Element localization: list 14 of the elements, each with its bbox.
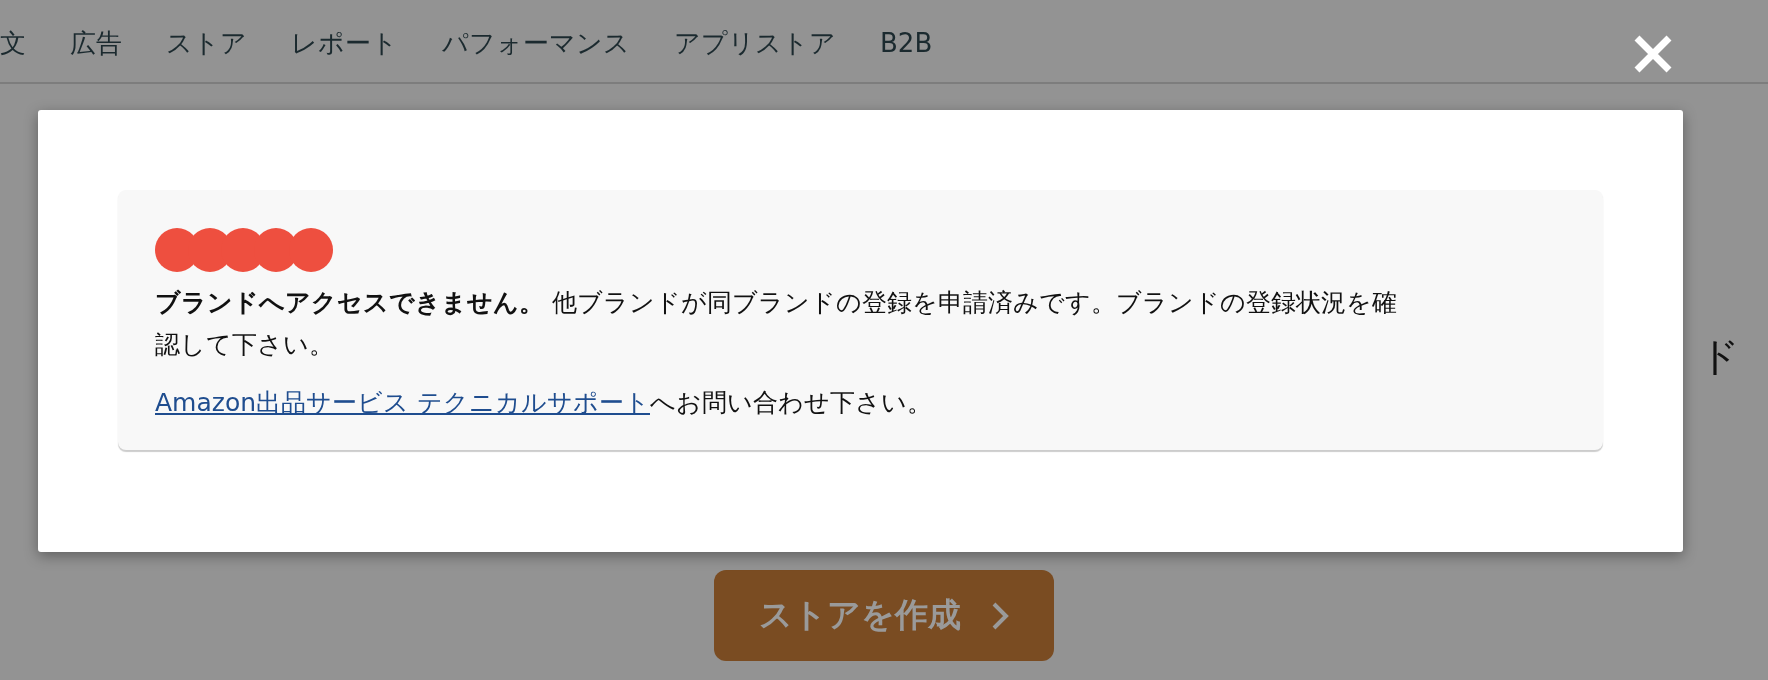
nav-tab[interactable]: アプリストア	[674, 25, 836, 61]
nav-tab[interactable]: B2B	[880, 28, 933, 58]
nav-tab[interactable]: 文	[0, 25, 26, 61]
contact-text: へお問い合わせ下さい。	[650, 387, 932, 419]
page-heading: ド	[1699, 332, 1740, 380]
create-store-button[interactable]: ストアを作成	[714, 570, 1054, 661]
support-link[interactable]: Amazon出品サービス テクニカルサポート	[155, 386, 650, 419]
nav-tab[interactable]: レポート	[291, 25, 398, 61]
nav-tab[interactable]: パフォーマンス	[442, 25, 630, 61]
chevron-right-icon	[991, 600, 1009, 631]
nav-tab[interactable]: ストア	[166, 25, 247, 61]
nav-tab[interactable]: 広告	[70, 25, 122, 61]
close-icon[interactable]	[1632, 33, 1674, 75]
error-message: ブランドへアクセスできません。 他ブランドが同ブランドの登録を申請済みです。ブランドの登録状況を確認して下さい。	[155, 287, 1398, 361]
